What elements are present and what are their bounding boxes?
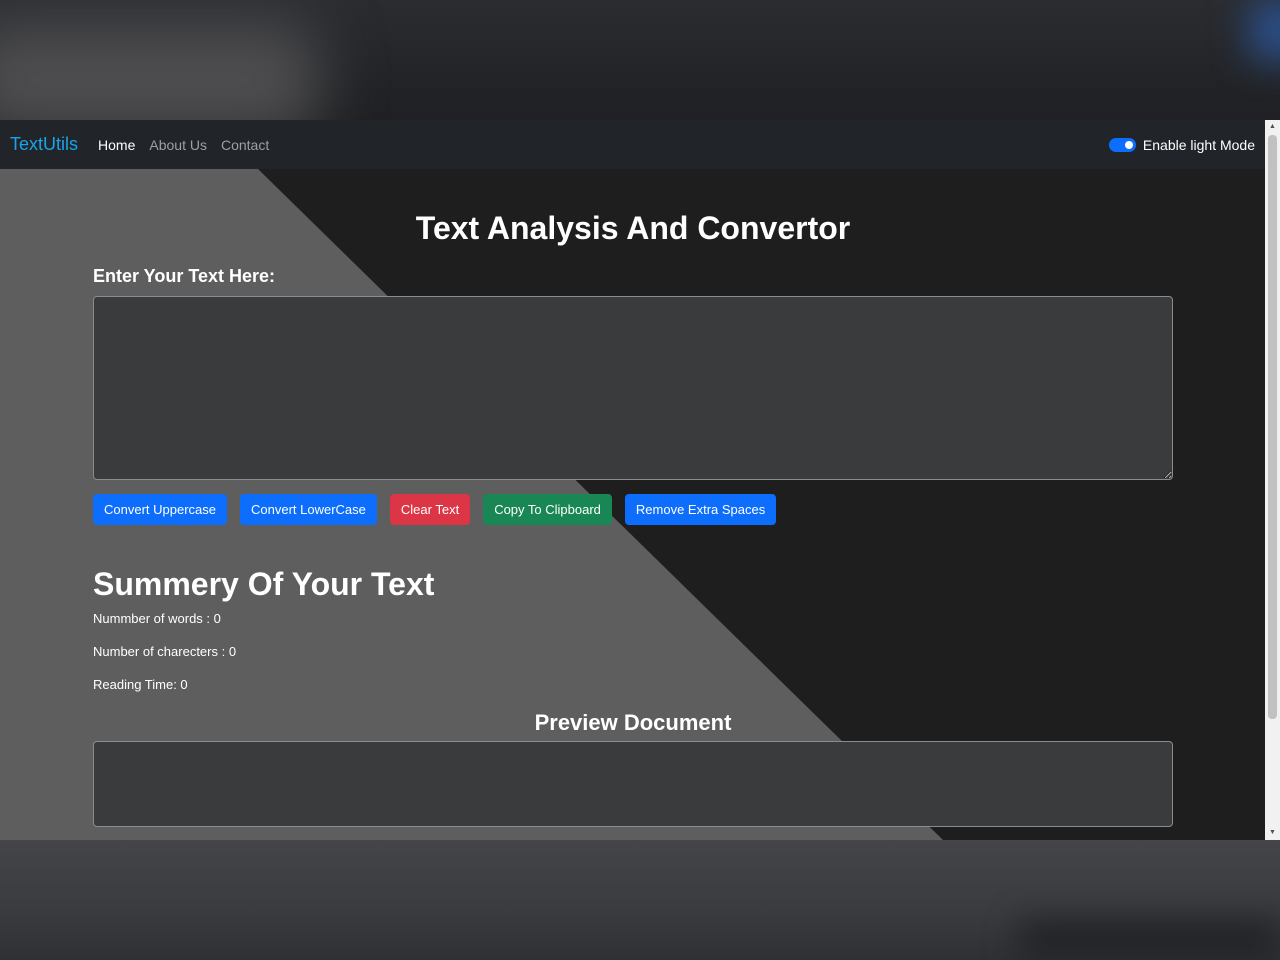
nav-link-about[interactable]: About Us (149, 137, 207, 153)
preview-document[interactable] (93, 741, 1173, 827)
summary-title: Summery Of Your Text (93, 566, 435, 602)
blurred-backdrop-top (0, 0, 1280, 120)
toggle-knob (1124, 140, 1133, 149)
page-title: Text Analysis And Convertor (415, 210, 851, 246)
blurred-backdrop-bottom (0, 840, 1280, 960)
character-count: Number of charecters : 0 (93, 644, 237, 659)
light-mode-toggle[interactable] (1108, 137, 1136, 152)
convert-lowercase-button[interactable]: Convert LowerCase (240, 494, 377, 525)
convert-uppercase-button[interactable]: Convert Uppercase (93, 494, 227, 525)
preview-title: Preview Document (534, 710, 732, 735)
copy-to-clipboard-button[interactable]: Copy To Clipboard (483, 494, 612, 525)
text-input[interactable] (93, 296, 1173, 480)
navbar: TextUtils Home About Us Contact Enable l… (0, 120, 1265, 169)
nav-link-home[interactable]: Home (98, 137, 135, 153)
clear-text-button[interactable]: Clear Text (389, 494, 471, 525)
word-count: Nummber of words : 0 (93, 611, 221, 626)
reading-time: Reading Time: 0 (93, 677, 188, 692)
browser-window: TextUtils Home About Us Contact Enable l… (0, 120, 1280, 840)
page-viewport: TextUtils Home About Us Contact Enable l… (0, 120, 1265, 840)
mode-switch: Enable light Mode (1108, 137, 1255, 153)
brand-logo[interactable]: TextUtils (10, 134, 78, 155)
scrollbar-thumb[interactable] (1268, 135, 1277, 719)
triangle-down-icon[interactable]: ▼ (1265, 826, 1280, 840)
triangle-up-icon[interactable]: ▲ (1265, 120, 1280, 134)
nav-link-contact[interactable]: Contact (221, 137, 269, 153)
action-buttons: Convert Uppercase Convert LowerCase Clea… (93, 494, 1173, 525)
remove-extra-spaces-button[interactable]: Remove Extra Spaces (624, 494, 777, 525)
light-mode-label[interactable]: Enable light Mode (1143, 137, 1255, 153)
main-content: Text Analysis And Convertor Enter Your T… (93, 169, 1173, 827)
vertical-scrollbar[interactable]: ▲ ▼ (1265, 120, 1280, 840)
text-input-label: Enter Your Text Here: (93, 266, 276, 286)
